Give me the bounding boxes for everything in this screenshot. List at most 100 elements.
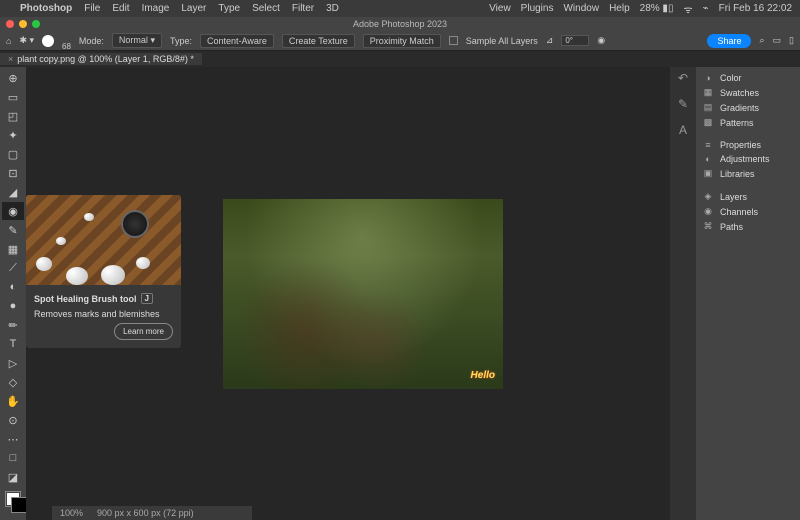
panel-patterns[interactable]: ▩Patterns: [702, 115, 794, 130]
window-titlebar: Adobe Photoshop 2023: [0, 17, 800, 31]
panel-paths[interactable]: ⌘Paths: [702, 219, 794, 234]
angle-icon: ⊿: [546, 35, 554, 46]
app-name[interactable]: Photoshop: [20, 3, 72, 14]
char-icon[interactable]: A: [679, 123, 687, 137]
eraser-tool[interactable]: ◐: [2, 278, 24, 296]
gradients-icon: ▤: [702, 102, 714, 113]
menu-3d[interactable]: 3D: [326, 3, 339, 14]
panel-properties[interactable]: ≡Properties: [702, 138, 794, 152]
learn-more-button[interactable]: Learn more: [114, 323, 173, 340]
datetime[interactable]: Fri Feb 16 22:02: [719, 3, 792, 14]
macos-menubar: Photoshop File Edit Image Layer Type Sel…: [0, 0, 800, 17]
healing-brush-tool[interactable]: ◉: [2, 202, 24, 220]
home-icon[interactable]: ⌂: [6, 36, 11, 46]
tools-panel: ⊕ ▭ ◰ ✦ ▢ ⊡ ◢ ◉ ✎ ▦ ⟋ ◐ ● ✏ T ▷ ◇ ✋ ⊙ ⋯ …: [0, 67, 26, 520]
path-select-tool[interactable]: ◇: [2, 373, 24, 391]
sample-all-checkbox[interactable]: [449, 36, 458, 45]
edit-toolbar[interactable]: ⋯: [2, 430, 24, 448]
adjustments-icon: ◐: [702, 154, 714, 164]
document-tab[interactable]: × plant copy.png @ 100% (Layer 1, RGB/8#…: [0, 53, 202, 65]
blur-tool[interactable]: ✏: [2, 316, 24, 334]
layers-icon: ◈: [702, 191, 714, 202]
move-tool[interactable]: ⊕: [2, 69, 24, 87]
arrange-icon[interactable]: ▯: [789, 35, 794, 46]
lasso-tool[interactable]: ◰: [2, 107, 24, 125]
color-icon: ◑: [702, 73, 714, 83]
brush-tool[interactable]: ✎: [2, 221, 24, 239]
panel-swatches[interactable]: ▦Swatches: [702, 85, 794, 100]
history-icon[interactable]: ↶: [678, 71, 688, 85]
wifi-icon[interactable]: ᯤ: [683, 2, 692, 16]
brush-preview[interactable]: [42, 35, 54, 47]
menu-type[interactable]: Type: [218, 3, 240, 14]
tool-tooltip: Spot Healing Brush tool J Removes marks …: [26, 195, 181, 348]
share-button[interactable]: Share: [707, 34, 751, 48]
menu-layer[interactable]: Layer: [181, 3, 206, 14]
tool-preset-icon[interactable]: ✱ ▾: [19, 35, 34, 46]
close-window-button[interactable]: [6, 20, 14, 28]
brush-size: 68: [62, 42, 71, 51]
right-panels: ◑Color ▦Swatches ▤Gradients ▩Patterns ≡P…: [696, 67, 800, 520]
tooltip-preview-image: [26, 195, 181, 285]
patterns-icon: ▩: [702, 117, 714, 128]
options-bar: ⌂ ✱ ▾ 68 Mode: Normal ▾ Type: Content-Aw…: [0, 31, 800, 51]
pressure-icon[interactable]: ◉: [597, 35, 605, 46]
hand-tool[interactable]: ✋: [2, 392, 24, 410]
brushes-icon[interactable]: ✎: [678, 97, 688, 111]
menu-file[interactable]: File: [84, 3, 100, 14]
canvas-area: Spot Healing Brush tool J Removes marks …: [26, 67, 670, 520]
menu-view[interactable]: View: [489, 3, 511, 14]
rect-tool[interactable]: □: [2, 449, 24, 467]
panel-adjustments[interactable]: ◐Adjustments: [702, 152, 794, 166]
panel-gradients[interactable]: ▤Gradients: [702, 100, 794, 115]
panel-libraries[interactable]: ▣Libraries: [702, 166, 794, 181]
mode-label: Mode:: [79, 36, 104, 46]
pen-tool[interactable]: ▷: [2, 354, 24, 372]
marquee-tool[interactable]: ▭: [2, 88, 24, 106]
menu-image[interactable]: Image: [142, 3, 170, 14]
properties-icon: ≡: [702, 140, 714, 150]
menu-help[interactable]: Help: [609, 3, 630, 14]
type-proximity-match[interactable]: Proximity Match: [363, 34, 441, 48]
maximize-window-button[interactable]: [32, 20, 40, 28]
window-title: Adobe Photoshop 2023: [353, 19, 447, 29]
magic-wand-tool[interactable]: ✦: [2, 126, 24, 144]
workspace-icon[interactable]: ▭: [773, 35, 782, 46]
control-center-icon[interactable]: ⌁: [703, 3, 709, 14]
menu-window[interactable]: Window: [563, 3, 599, 14]
document-canvas[interactable]: [223, 199, 503, 389]
battery-status[interactable]: 28% ▮▯: [640, 3, 674, 14]
menu-filter[interactable]: Filter: [292, 3, 314, 14]
swatches-icon: ▦: [702, 87, 714, 98]
tooltip-shortcut: J: [141, 293, 153, 304]
minimize-window-button[interactable]: [19, 20, 27, 28]
zoom-tool[interactable]: ⊙: [2, 411, 24, 429]
color-swatches[interactable]: [5, 491, 21, 507]
eyedropper-tool[interactable]: ◢: [2, 183, 24, 201]
close-tab-icon[interactable]: ×: [8, 54, 13, 64]
type-tool[interactable]: T: [2, 335, 24, 353]
menu-edit[interactable]: Edit: [112, 3, 129, 14]
tooltip-description: Removes marks and blemishes: [34, 309, 173, 319]
crop-tool[interactable]: ▢: [2, 145, 24, 163]
type-content-aware[interactable]: Content-Aware: [200, 34, 274, 48]
menu-select[interactable]: Select: [252, 3, 280, 14]
panel-channels[interactable]: ◉Channels: [702, 204, 794, 219]
history-brush-tool[interactable]: ⟋: [2, 259, 24, 277]
tab-title: plant copy.png @ 100% (Layer 1, RGB/8#) …: [17, 54, 194, 64]
angle-input[interactable]: 0°: [561, 35, 589, 46]
quick-mask[interactable]: ◪: [2, 468, 24, 486]
zoom-level[interactable]: 100%: [60, 508, 83, 518]
collapsed-panels: ↶ ✎ A: [670, 67, 696, 520]
type-create-texture[interactable]: Create Texture: [282, 34, 355, 48]
frame-tool[interactable]: ⊡: [2, 164, 24, 182]
panel-color[interactable]: ◑Color: [702, 71, 794, 85]
clone-stamp-tool[interactable]: ▦: [2, 240, 24, 258]
gradient-tool[interactable]: ●: [2, 297, 24, 315]
menu-plugins[interactable]: Plugins: [521, 3, 554, 14]
mode-select[interactable]: Normal ▾: [112, 33, 162, 48]
search-icon[interactable]: ⌕: [759, 35, 764, 46]
tooltip-title: Spot Healing Brush tool: [34, 294, 137, 304]
paths-icon: ⌘: [702, 221, 714, 232]
panel-layers[interactable]: ◈Layers: [702, 189, 794, 204]
